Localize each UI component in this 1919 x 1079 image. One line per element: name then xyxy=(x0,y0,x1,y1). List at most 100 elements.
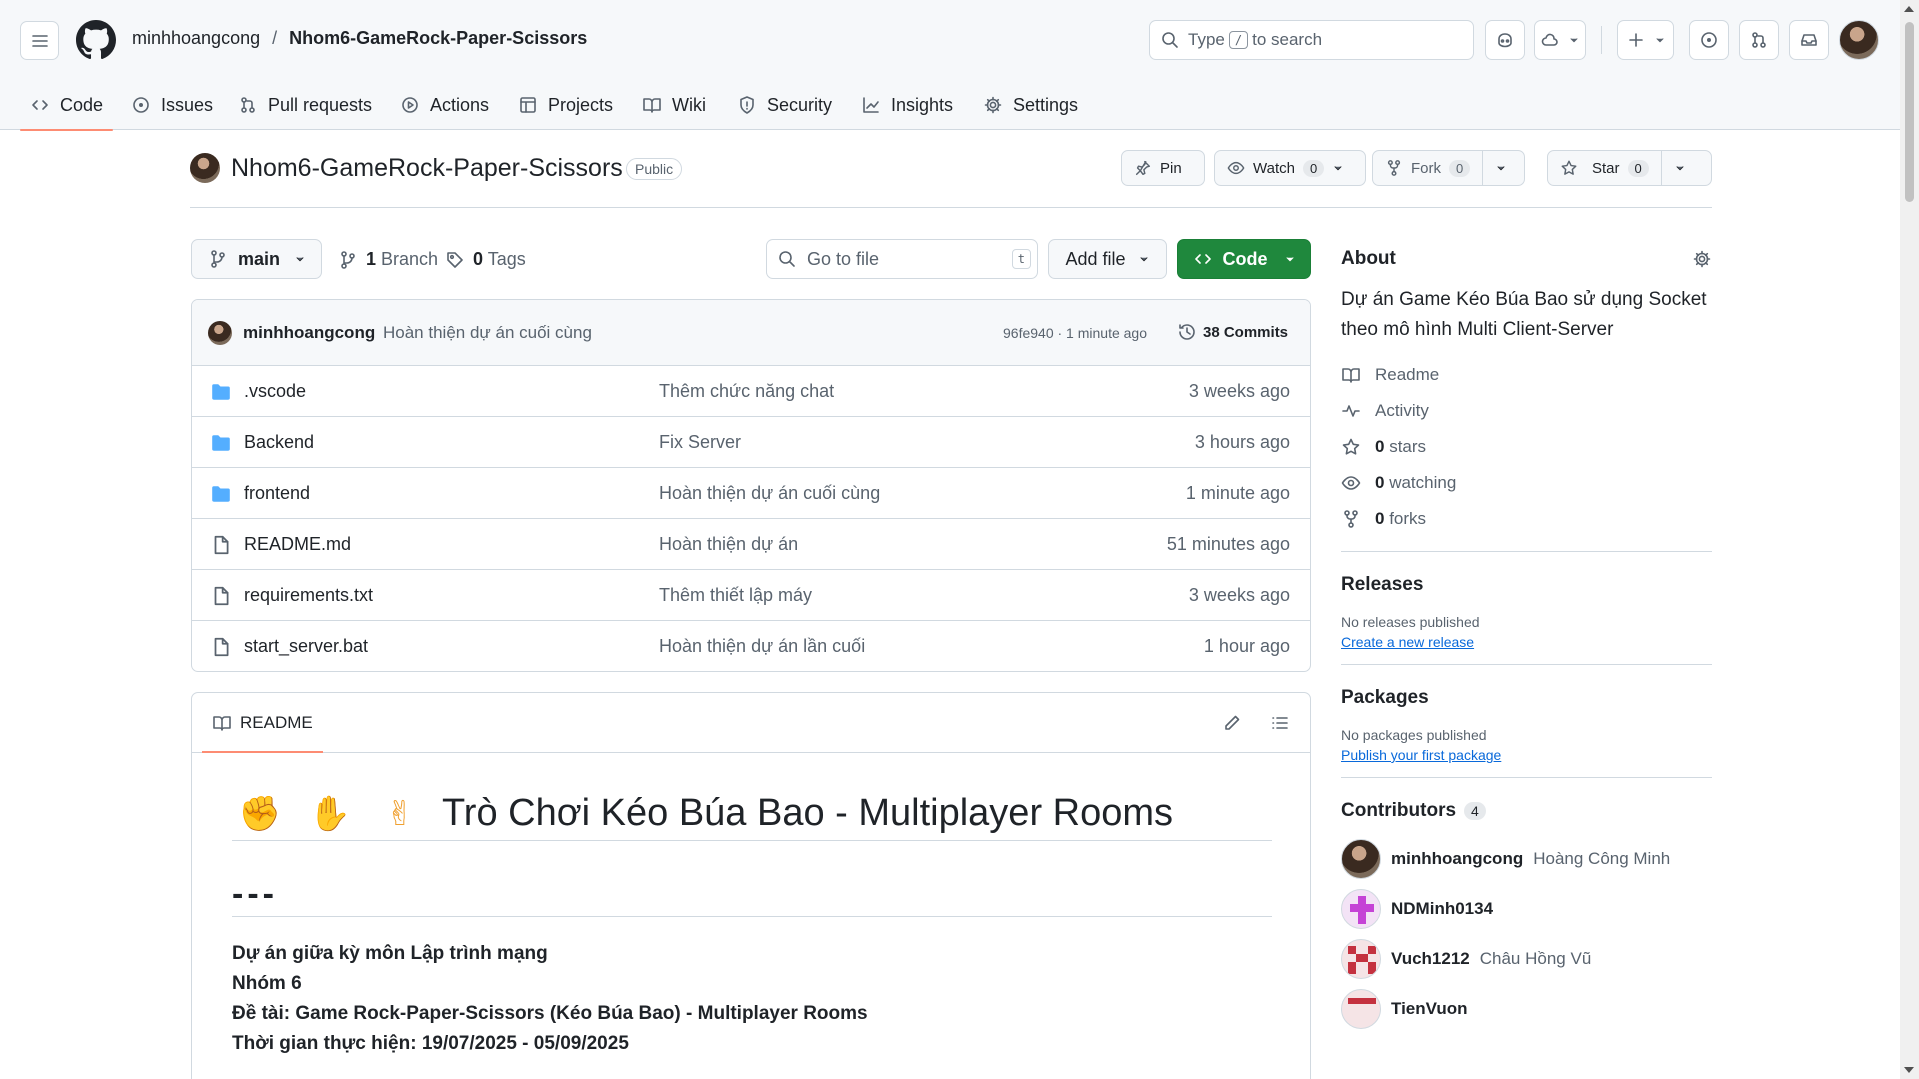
create-new-button[interactable] xyxy=(1617,20,1674,60)
watch-button[interactable]: Watch 0 xyxy=(1214,150,1366,186)
code-button[interactable]: Code xyxy=(1177,239,1311,279)
contributors-header[interactable]: Contributors 4 xyxy=(1341,800,1712,822)
packages-title[interactable]: Packages xyxy=(1341,687,1712,709)
publish-package-link[interactable]: Publish your first package xyxy=(1341,747,1712,763)
star-label: Star xyxy=(1592,159,1620,177)
github-logo-icon[interactable] xyxy=(76,20,116,60)
global-search-input[interactable]: Type / to search xyxy=(1149,20,1474,60)
branches-link[interactable]: 1 Branch xyxy=(338,249,438,270)
fork-button[interactable]: Fork 0 xyxy=(1372,150,1525,186)
file-name[interactable]: requirements.txt xyxy=(244,585,373,606)
tab-wiki[interactable]: Wiki xyxy=(642,80,706,130)
file-commit-message[interactable]: Thêm thiết lập máy xyxy=(659,585,812,606)
file-name[interactable]: README.md xyxy=(244,534,351,555)
contributor-avatar[interactable] xyxy=(1341,889,1381,929)
file-type-icon xyxy=(210,381,232,403)
tab-security[interactable]: Security xyxy=(737,80,832,130)
breadcrumb-owner[interactable]: minhhoangcong xyxy=(132,28,260,48)
breadcrumb-repo[interactable]: Nhom6-GameRock-Paper-Scissors xyxy=(289,28,587,48)
page-scrollbar[interactable] xyxy=(1900,0,1919,1079)
pull-requests-button[interactable] xyxy=(1739,20,1779,60)
contributors-title: Contributors xyxy=(1341,800,1457,821)
tab-pull-requests[interactable]: Pull requests xyxy=(238,80,372,130)
star-button[interactable]: Star 0 xyxy=(1547,150,1712,186)
tab-insights[interactable]: Insights xyxy=(861,80,953,130)
scrollbar-thumb[interactable] xyxy=(1905,22,1914,202)
file-name[interactable]: frontend xyxy=(244,483,310,504)
user-avatar[interactable] xyxy=(1839,20,1879,60)
contributor-avatar[interactable] xyxy=(1341,989,1381,1029)
file-name[interactable]: Backend xyxy=(244,432,314,453)
copilot-button[interactable] xyxy=(1485,20,1525,60)
scroll-down-arrow[interactable] xyxy=(1904,1067,1914,1073)
file-commit-message[interactable]: Hoàn thiện dự án xyxy=(659,534,798,555)
tab-settings[interactable]: Settings xyxy=(983,80,1078,130)
commit-author[interactable]: minhhoangcong xyxy=(243,323,375,343)
stars-link[interactable]: 0 stars xyxy=(1341,429,1712,465)
scroll-up-arrow[interactable] xyxy=(1904,6,1914,12)
file-commit-message[interactable]: Hoàn thiện dự án lần cuối xyxy=(659,636,865,657)
contributor-login[interactable]: NDMinh0134 xyxy=(1391,899,1493,919)
commit-message[interactable]: Hoàn thiện dự án cuối cùng xyxy=(383,323,592,343)
file-row[interactable]: frontend Hoàn thiện dự án cuối cùng 1 minu… xyxy=(192,468,1310,519)
pin-button[interactable]: Pin xyxy=(1121,150,1205,186)
file-commit-message[interactable]: Hoàn thiện dự án cuối cùng xyxy=(659,483,880,504)
global-header: minhhoangcong / Nhom6-GameRock-Paper-Sciss… xyxy=(0,0,1900,131)
file-row[interactable]: Backend Fix Server 3 hours ago xyxy=(192,417,1310,468)
releases-title[interactable]: Releases xyxy=(1341,574,1712,596)
file-row[interactable]: .vscode Thêm chức năng chat 3 weeks ago xyxy=(192,366,1310,417)
tab-projects[interactable]: Projects xyxy=(518,80,613,130)
branch-selector[interactable]: main xyxy=(191,239,322,279)
add-file-button[interactable]: Add file xyxy=(1048,239,1167,279)
watching-link[interactable]: 0 watching xyxy=(1341,465,1712,501)
contributor-login[interactable]: Vuch1212 xyxy=(1391,949,1470,969)
gear-icon[interactable] xyxy=(1692,249,1712,269)
readme-tab[interactable]: README xyxy=(202,713,323,753)
menu-button[interactable] xyxy=(20,21,59,60)
star-dropdown[interactable] xyxy=(1660,151,1698,185)
owner-avatar[interactable] xyxy=(190,153,220,183)
commits-link[interactable]: 38 Commits xyxy=(1177,322,1288,342)
contributor-item[interactable]: minhhoangcong Hoàng Công Minh xyxy=(1341,834,1712,884)
issues-button[interactable] xyxy=(1689,20,1729,60)
sidebar-divider xyxy=(1341,777,1712,778)
contributor-name: Hoàng Công Minh xyxy=(1533,849,1671,868)
readme-link[interactable]: Readme xyxy=(1341,357,1712,393)
pencil-icon[interactable] xyxy=(1222,713,1242,733)
activity-link[interactable]: Activity xyxy=(1341,393,1712,429)
contributor-login[interactable]: TienVuon xyxy=(1391,999,1468,1019)
file-commit-message[interactable]: Fix Server xyxy=(659,432,741,453)
file-row[interactable]: README.md Hoàn thiện dự án 51 minutes ago xyxy=(192,519,1310,570)
contributor-item[interactable]: TienVuon xyxy=(1341,984,1712,1034)
file-name[interactable]: start_server.bat xyxy=(244,636,368,657)
fork-dropdown[interactable] xyxy=(1482,151,1519,185)
commit-author-avatar[interactable] xyxy=(208,321,232,345)
commit-hash-time[interactable]: 96fe940 · 1 minute ago xyxy=(1003,325,1147,341)
contributor-login[interactable]: minhhoangcong xyxy=(1391,849,1523,869)
list-outline-icon[interactable] xyxy=(1270,713,1290,733)
create-release-link[interactable]: Create a new release xyxy=(1341,634,1712,650)
tab-code[interactable]: Code xyxy=(19,80,114,131)
file-row[interactable]: requirements.txt Thêm thiết lập máy 3 week… xyxy=(192,570,1310,621)
go-to-file-input[interactable]: Go to file t xyxy=(766,239,1038,279)
file-commit-message[interactable]: Thêm chức năng chat xyxy=(659,381,834,402)
copilot-menu-button[interactable] xyxy=(1534,20,1586,60)
file-row[interactable]: start_server.bat Hoàn thiện dự án lần cuố… xyxy=(192,621,1310,671)
history-icon xyxy=(1179,324,1195,340)
tab-actions[interactable]: Actions xyxy=(400,80,489,130)
go-to-file-shortcut: t xyxy=(1011,249,1031,269)
contributor-avatar[interactable] xyxy=(1341,939,1381,979)
tab-label: Code xyxy=(60,94,104,115)
tab-issues[interactable]: Issues xyxy=(131,80,213,130)
contributor-item[interactable]: Vuch1212 Châu Hồng Vũ xyxy=(1341,934,1712,984)
inbox-button[interactable] xyxy=(1789,20,1829,60)
breadcrumb: minhhoangcong / Nhom6-GameRock-Paper-Sciss… xyxy=(132,28,587,49)
file-name[interactable]: .vscode xyxy=(244,381,306,402)
star-icon xyxy=(1342,438,1360,455)
contributor-item[interactable]: NDMinh0134 xyxy=(1341,884,1712,934)
tags-link[interactable]: 0 Tags xyxy=(445,249,526,270)
contributor-avatar[interactable] xyxy=(1341,839,1381,879)
star-count: 0 xyxy=(1627,159,1649,177)
forks-link[interactable]: 0 forks xyxy=(1341,501,1712,537)
repo-name[interactable]: Nhom6-GameRock-Paper-Scissors xyxy=(231,154,623,183)
